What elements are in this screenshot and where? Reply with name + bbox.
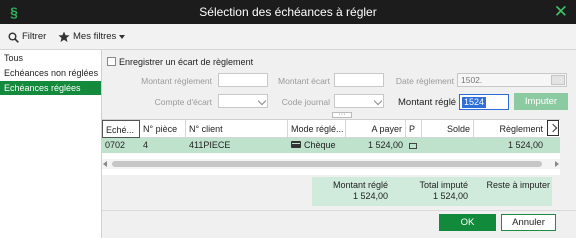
my-filters-button[interactable]: Mes filtres (58, 29, 126, 45)
cell-p (406, 138, 422, 153)
date-reglement-value: 1502. (461, 75, 483, 85)
cell-reglement: 1 524,00 (507, 140, 543, 150)
summary-panel: Montant réglé 1 524,00 Total imputé 1 52… (312, 177, 552, 206)
compte-ecart-label: Compte d'écart (154, 97, 212, 107)
montant-regle-label: Montant réglé (398, 97, 457, 108)
ecart-checkbox-row[interactable]: Enregistrer un écart de règlement (107, 56, 253, 68)
col-solde[interactable]: Solde (422, 120, 474, 138)
col-p[interactable]: P (406, 120, 422, 138)
cell-client: 411PIECE (189, 140, 231, 150)
summary-montant-regle-label: Montant réglé (332, 180, 388, 190)
table-row[interactable]: 0702 4 411PIECE Chèque 1 524,00 1 524,00 (102, 138, 560, 153)
summary-reste-label: Reste à imputer (486, 180, 550, 190)
sidebar-item-paid[interactable]: Echéances réglées (0, 81, 101, 95)
sidebar: Tous Echéances non réglées Echéances rég… (0, 50, 102, 238)
column-scroll-right-button[interactable] (547, 120, 559, 136)
scroll-left-icon[interactable] (103, 161, 107, 167)
col-piece[interactable]: N° pièce (140, 120, 186, 138)
table-header: Eché... N° pièce N° client Mode réglé...… (102, 120, 560, 138)
filter-label: Filtrer (22, 31, 47, 42)
cell-echeance: 0702 (105, 140, 126, 150)
summary-total-impute-label: Total imputé (419, 180, 468, 190)
date-reglement-label: Date règlement (395, 76, 454, 86)
summary-total-impute-value: 1 524,00 (432, 191, 468, 201)
star-icon (58, 31, 70, 42)
horizontal-scrollbar[interactable] (102, 159, 560, 169)
code-journal-label: Code journal (281, 97, 330, 107)
montant-ecart-label: Montant écart (278, 76, 330, 86)
cell-piece: 4 (143, 140, 149, 150)
montant-reglement-input[interactable] (218, 73, 268, 87)
col-echeance[interactable]: Eché... (102, 120, 140, 138)
compte-ecart-select[interactable] (218, 94, 268, 108)
col-a-payer[interactable]: A payer (346, 120, 406, 138)
cheque-icon (291, 141, 301, 149)
echeances-table: Eché... N° pièce N° client Mode réglé...… (102, 119, 560, 175)
search-icon (8, 32, 19, 43)
cell-mode-label: Chèque (304, 140, 336, 150)
main-panel: Enregistrer un écart de règlement Montan… (102, 50, 576, 238)
my-filters-label: Mes filtres (73, 31, 117, 42)
montant-ecart-input[interactable] (334, 73, 384, 87)
col-reglement[interactable]: Règlement (474, 120, 546, 138)
summary-total-impute: Total imputé 1 524,00 (404, 180, 468, 202)
summary-reste: Reste à imputer (478, 180, 550, 191)
title-bar: § Sélection des échéances à régler ✕ (0, 0, 576, 24)
col-client[interactable]: N° client (186, 120, 288, 138)
window-title: Sélection des échéances à régler (199, 5, 377, 19)
dialog-footer: OK Annuler (102, 210, 576, 238)
cell-a-payer: 1 524,00 (367, 140, 403, 150)
montant-regle-value: 1524 (462, 97, 487, 108)
code-journal-select[interactable] (334, 94, 384, 108)
cell-solde (422, 138, 474, 153)
montant-regle-input[interactable]: 1524 (459, 94, 509, 110)
summary-montant-regle: Montant réglé 1 524,00 (320, 180, 388, 202)
ecart-checkbox[interactable] (107, 57, 116, 67)
summary-montant-regle-value: 1 524,00 (352, 191, 388, 201)
ok-button[interactable]: OK (439, 214, 496, 231)
scrollbar-thumb[interactable] (112, 161, 542, 167)
sidebar-item-all[interactable]: Tous (0, 51, 101, 65)
sidebar-item-unpaid[interactable]: Echéances non réglées (0, 66, 101, 80)
scroll-right-icon[interactable] (555, 161, 559, 167)
ecart-checkbox-label: Enregistrer un écart de règlement (119, 56, 254, 67)
panel-splitter-handle[interactable]: ··· (332, 111, 352, 118)
cancel-button[interactable]: Annuler (501, 214, 556, 231)
toolbar: Filtrer Mes filtres (0, 24, 576, 50)
cell-mode: Chèque (288, 138, 346, 153)
date-reglement-input[interactable]: 1502. (457, 73, 567, 87)
chevron-down-icon (257, 96, 267, 106)
close-icon[interactable]: ✕ (554, 2, 568, 22)
filter-button[interactable]: Filtrer (8, 29, 46, 45)
montant-reglement-label: Montant règlement (141, 76, 212, 86)
calendar-icon[interactable] (551, 75, 565, 85)
col-mode[interactable]: Mode réglé... (288, 120, 346, 138)
document-icon (409, 142, 417, 149)
imputer-button[interactable]: Imputer (514, 93, 568, 110)
chevron-down-icon (119, 35, 126, 39)
chevron-down-icon (373, 96, 383, 106)
